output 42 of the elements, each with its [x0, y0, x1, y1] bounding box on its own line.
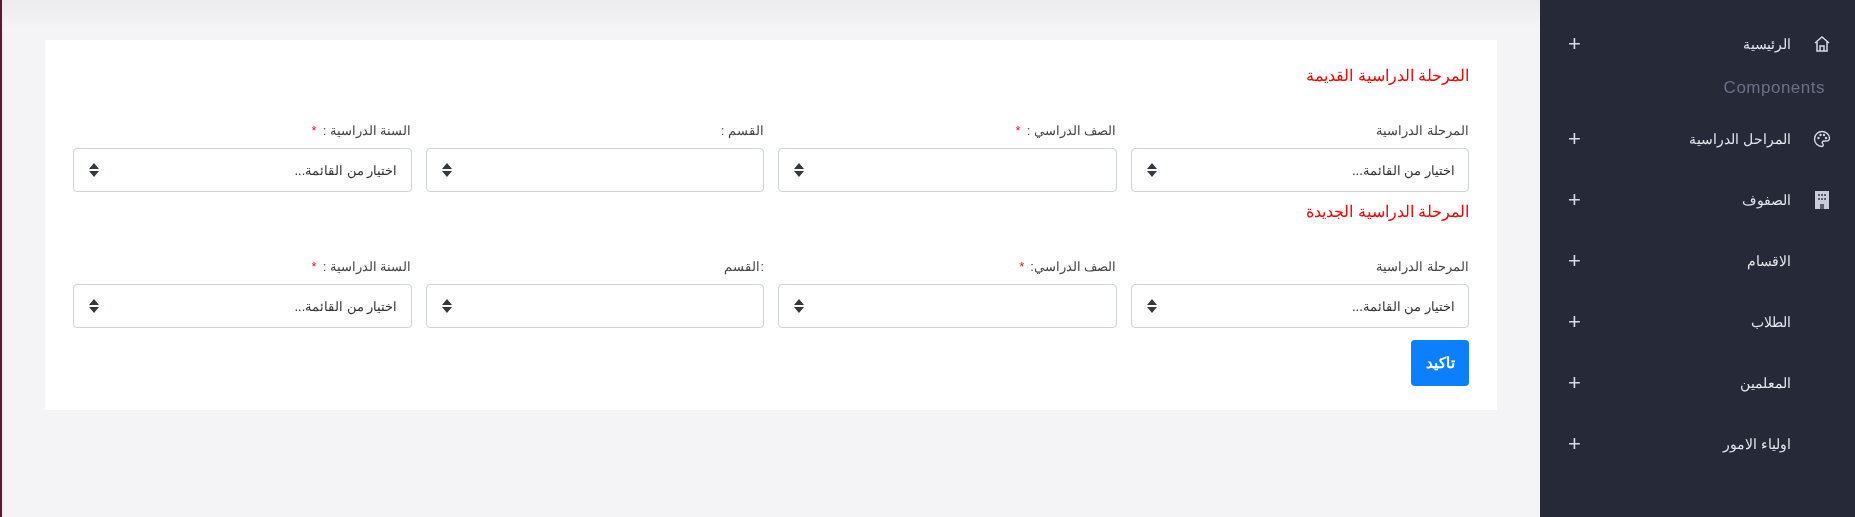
required-mark: *: [1015, 123, 1021, 138]
sidebar-item[interactable]: الطلاب +: [1540, 291, 1855, 352]
select-field[interactable]: اختيار من القائمة...: [73, 284, 412, 328]
sort-icon: [1146, 299, 1157, 313]
sidebar-item[interactable]: الاقسام +: [1540, 230, 1855, 291]
sidebar-item[interactable]: الصفوف +: [1540, 169, 1855, 230]
select-field[interactable]: [425, 148, 764, 192]
field-label: القسم :: [720, 123, 764, 138]
house-icon: [1813, 35, 1831, 53]
sort-icon: [794, 299, 804, 313]
required-mark: *: [311, 259, 317, 274]
sidebar-heading: Components: [1722, 77, 1826, 99]
sort-icon: [794, 163, 804, 177]
sidebar-item[interactable]: اولياء الامور +: [1540, 413, 1855, 474]
sort-icon: [1146, 163, 1157, 177]
select-field[interactable]: اختيار من القائمة...: [1130, 148, 1469, 192]
select-field[interactable]: [425, 284, 764, 328]
field-label: المرحلة الدراسية: [1376, 259, 1469, 274]
field-label: المرحلة الدراسية: [1376, 123, 1469, 138]
sidebar-item[interactable]: المراحل الدراسية +: [1540, 108, 1855, 169]
section-title: المرحلة الدراسية القديمة: [1305, 66, 1469, 85]
sort-icon: [441, 299, 452, 313]
sort-icon: [89, 163, 99, 177]
submit-button[interactable]: تاكيد: [1411, 340, 1469, 386]
section-title: المرحلة الدراسية الجديدة: [1305, 202, 1469, 221]
field-label: السنة الدراسية :: [322, 123, 412, 138]
required-mark: *: [1019, 259, 1025, 274]
sidebar-item[interactable]: المعلمين +: [1540, 352, 1855, 413]
required-mark: *: [311, 123, 317, 138]
select-field[interactable]: اختيار من القائمة...: [73, 148, 412, 192]
field-label: الصف الدراسي:: [1030, 259, 1117, 274]
field-label: الصف الدراسي :: [1026, 123, 1117, 138]
select-field[interactable]: اختيار من القائمة...: [1130, 284, 1469, 328]
building-icon: [1815, 190, 1829, 209]
sidebar-item[interactable]: الرئيسية +: [1540, 20, 1855, 68]
palette-icon: [1813, 129, 1831, 148]
field-label: السنة الدراسية :: [322, 259, 412, 274]
sort-icon: [89, 299, 99, 313]
field-label: :القسم: [724, 259, 764, 274]
sort-icon: [441, 163, 452, 177]
select-field[interactable]: [778, 284, 1117, 328]
select-field[interactable]: [778, 148, 1117, 192]
